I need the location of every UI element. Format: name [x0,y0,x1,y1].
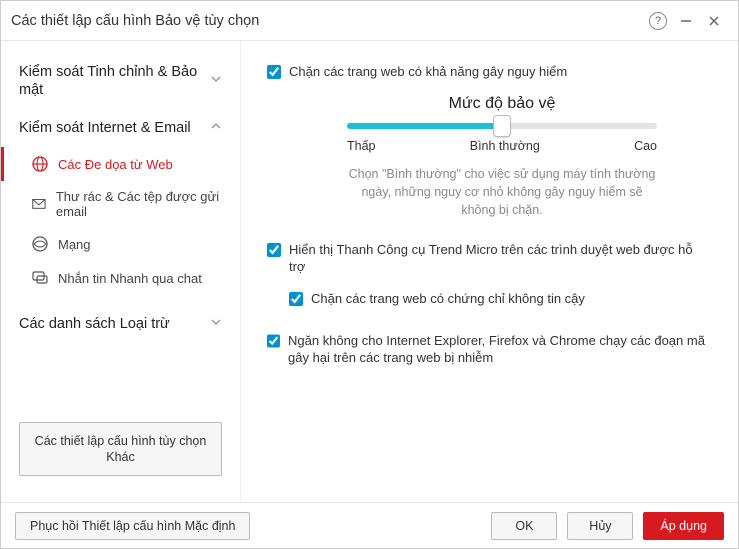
apply-button[interactable]: Áp dụng [643,512,724,540]
chat-icon [31,269,49,287]
close-button[interactable] [700,7,728,35]
chevron-up-icon [210,119,222,137]
globe-icon [31,155,49,173]
cancel-button[interactable]: Hủy [567,512,633,540]
ok-button[interactable]: OK [491,512,557,540]
block-scripts-checkbox[interactable]: Ngăn không cho Internet Explorer, Firefo… [267,332,712,367]
minimize-icon [679,14,693,28]
block-scripts-label: Ngăn không cho Internet Explorer, Firefo… [288,332,712,367]
content-pane: Chặn các trang web có khả năng gây nguy … [241,41,738,502]
block-dangerous-label: Chặn các trang web có khả năng gây nguy … [289,63,567,81]
sidebar-item-label: Các Đe dọa từ Web [58,157,173,172]
nav-group-internet: Kiểm soát Internet & Email Các Đe dọa từ… [1,109,240,295]
show-toolbar-input[interactable] [267,243,281,257]
network-icon [31,235,49,253]
chevron-down-icon [210,72,222,90]
sidebar-item-im[interactable]: Nhắn tin Nhanh qua chat [1,261,240,295]
nav-head-internet[interactable]: Kiểm soát Internet & Email [1,109,240,147]
show-toolbar-checkbox[interactable]: Hiển thị Thanh Công cụ Trend Micro trên … [267,241,712,276]
nav-head-label: Kiểm soát Internet & Email [19,119,210,137]
sidebar-item-label: Mạng [58,237,91,252]
nav-head-security[interactable]: Kiểm soát Tinh chỉnh & Bảo mật [1,53,240,109]
sidebar: Kiểm soát Tinh chỉnh & Bảo mật Kiểm soát… [1,41,241,502]
body: Kiểm soát Tinh chỉnh & Bảo mật Kiểm soát… [1,41,738,502]
window-title: Các thiết lập cấu hình Bảo vệ tùy chọn [11,13,644,29]
sidebar-item-web-threats[interactable]: Các Đe dọa từ Web [1,147,240,181]
settings-window: Các thiết lập cấu hình Bảo vệ tùy chọn ?… [0,0,739,549]
protection-hint: Chọn "Bình thường" cho việc sử dụng máy … [347,165,657,219]
nav-head-label: Kiểm soát Tinh chỉnh & Bảo mật [19,63,210,99]
minimize-button[interactable] [672,7,700,35]
protection-slider-fill [347,123,502,129]
block-cert-checkbox[interactable]: Chặn các trang web có chứng chỉ không ti… [289,290,712,308]
mail-icon [31,195,47,213]
protection-slider-knob[interactable] [493,115,511,137]
protection-slider-track[interactable] [347,123,657,129]
help-button[interactable]: ? [644,7,672,35]
sidebar-item-spam[interactable]: Thư rác & Các tệp được gửi email [1,181,240,227]
sidebar-item-network[interactable]: Mạng [1,227,240,261]
block-cert-label: Chặn các trang web có chứng chỉ không ti… [311,290,585,308]
tick-high: Cao [634,139,657,153]
sidebar-item-label: Nhắn tin Nhanh qua chat [58,271,202,286]
tick-mid: Bình thường [470,139,540,153]
sidebar-item-label: Thư rác & Các tệp được gửi email [56,189,230,219]
block-dangerous-input[interactable] [267,65,281,79]
sidebar-bottom: Các thiết lập cấu hình tùy chọn Khác [1,408,240,491]
tick-low: Thấp [347,139,376,153]
protection-level-block: Mức độ bảo vệ Thấp Bình thường Cao Chọn … [347,95,657,219]
titlebar: Các thiết lập cấu hình Bảo vệ tùy chọn ? [1,1,738,41]
other-settings-button[interactable]: Các thiết lập cấu hình tùy chọn Khác [19,422,222,477]
protection-ticks: Thấp Bình thường Cao [347,139,657,153]
nav-head-label: Các danh sách Loại trừ [19,315,210,333]
block-dangerous-checkbox[interactable]: Chặn các trang web có khả năng gây nguy … [267,63,712,81]
nav-group-exclusion: Các danh sách Loại trừ [1,295,240,343]
protection-level-title: Mức độ bảo vệ [347,95,657,113]
footer: Phục hồi Thiết lập cấu hình Mặc định OK … [1,502,738,548]
show-toolbar-label: Hiển thị Thanh Công cụ Trend Micro trên … [289,241,712,276]
block-cert-input[interactable] [289,292,303,306]
nav-group-security: Kiểm soát Tinh chỉnh & Bảo mật [1,53,240,109]
close-icon [707,14,721,28]
spacer [267,322,712,332]
restore-defaults-button[interactable]: Phục hồi Thiết lập cấu hình Mặc định [15,512,250,540]
chevron-down-icon [210,315,222,333]
help-icon: ? [649,12,667,30]
nav-head-exclusion[interactable]: Các danh sách Loại trừ [1,305,240,343]
block-scripts-input[interactable] [267,334,280,348]
